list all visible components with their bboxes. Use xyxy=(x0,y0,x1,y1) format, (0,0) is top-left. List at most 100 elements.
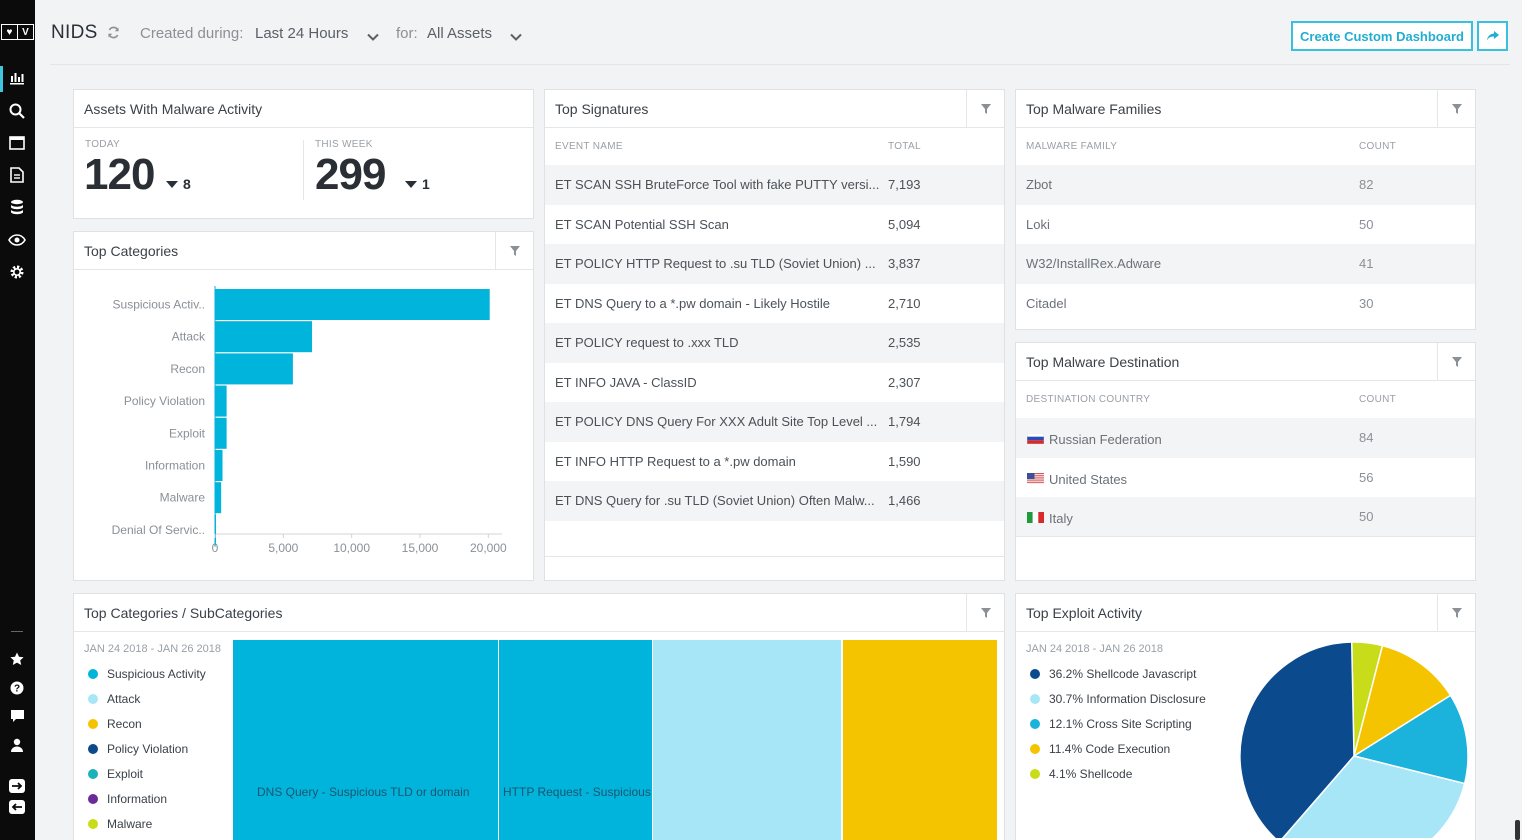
page-scrollbar[interactable] xyxy=(1515,820,1520,840)
app-logo[interactable]: ♥ V xyxy=(1,24,34,40)
table-row[interactable]: Zbot 82 xyxy=(1016,165,1475,205)
filter-button[interactable] xyxy=(966,90,1004,127)
calendar-icon[interactable] xyxy=(6,132,28,154)
bar-category-label: Attack xyxy=(172,330,206,344)
expand-icon[interactable] xyxy=(6,775,28,797)
eye-icon[interactable] xyxy=(6,229,28,251)
time-range-select[interactable]: Last 24 Hours xyxy=(255,25,348,42)
bar[interactable] xyxy=(215,289,490,320)
week-value[interactable]: 299 xyxy=(315,150,386,200)
legend-item[interactable]: Policy Violation xyxy=(88,742,188,756)
bar[interactable] xyxy=(215,450,223,481)
table-row[interactable]: ET DNS Query to a *.pw domain - Likely H… xyxy=(545,284,1004,324)
dashboard-icon[interactable] xyxy=(6,67,28,89)
legend-item[interactable]: 11.4% Code Execution xyxy=(1030,742,1170,756)
filter-button[interactable] xyxy=(495,232,533,269)
column-header-total[interactable]: TOTAL xyxy=(888,141,921,152)
gear-icon[interactable] xyxy=(6,261,28,283)
chevron-down-icon[interactable] xyxy=(367,28,379,46)
treemap-cell[interactable] xyxy=(843,640,997,840)
total-cell: 2,307 xyxy=(888,374,921,390)
filter-icon xyxy=(980,103,991,114)
table-row[interactable]: ET INFO HTTP Request to a *.pw domain 1,5… xyxy=(545,442,1004,482)
refresh-icon[interactable] xyxy=(107,26,120,44)
country-cell: United States xyxy=(1049,471,1128,487)
legend-item[interactable]: 36.2% Shellcode Javascript xyxy=(1030,667,1196,681)
logo-left: ♥ xyxy=(6,26,13,38)
legend-item[interactable]: 30.7% Information Disclosure xyxy=(1030,692,1206,706)
table-row[interactable]: ET DNS Query for .su TLD (Soviet Union) … xyxy=(545,481,1004,521)
search-icon[interactable] xyxy=(6,100,28,122)
top-exploit-activity-panel: Top Exploit Activity JAN 24 2018 - JAN 2… xyxy=(1015,593,1476,840)
table-row[interactable]: ET INFO JAVA - ClassID 2,307 xyxy=(545,363,1004,403)
star-icon[interactable] xyxy=(6,648,28,670)
legend-label: Information xyxy=(107,792,168,806)
table-row[interactable]: ET SCAN Potential SSH Scan 5,094 xyxy=(545,205,1004,245)
event-name-cell: ET DNS Query for .su TLD (Soviet Union) … xyxy=(555,493,875,508)
legend-item[interactable]: Information xyxy=(88,792,167,806)
filter-button[interactable] xyxy=(1437,90,1475,127)
asset-select[interactable]: All Assets xyxy=(427,25,492,42)
filter-button[interactable] xyxy=(966,594,1004,631)
legend-item[interactable]: Recon xyxy=(88,717,142,731)
chevron-down-icon[interactable] xyxy=(510,28,522,46)
table-row[interactable]: ET POLICY request to .xxx TLD 2,535 xyxy=(545,323,1004,363)
legend-item[interactable]: Suspicious Activity xyxy=(88,667,206,681)
page-title: NIDS xyxy=(51,22,98,43)
filter-button[interactable] xyxy=(1437,343,1475,380)
share-button[interactable] xyxy=(1477,21,1508,51)
database-icon[interactable] xyxy=(6,196,28,218)
today-label: TODAY xyxy=(85,139,121,150)
column-header-count[interactable]: COUNT xyxy=(1359,394,1396,405)
column-header-malware-family[interactable]: MALWARE FAMILY xyxy=(1026,141,1117,152)
exploit-pie-chart xyxy=(1239,641,1469,838)
malware-family-cell: Loki xyxy=(1026,216,1050,232)
report-icon[interactable] xyxy=(6,164,28,186)
legend-item[interactable]: 4.1% Shellcode xyxy=(1030,767,1132,781)
bar[interactable] xyxy=(215,321,313,353)
column-header-destination-country[interactable]: DESTINATION COUNTRY xyxy=(1026,394,1150,405)
legend-item[interactable]: 12.1% Cross Site Scripting xyxy=(1030,717,1192,731)
table-row[interactable]: Russian Federation 84 xyxy=(1016,418,1475,458)
treemap-cell[interactable]: DNS Query - Suspicious TLD or domain xyxy=(233,640,498,840)
today-value[interactable]: 120 xyxy=(84,150,155,200)
create-custom-dashboard-button[interactable]: Create Custom Dashboard xyxy=(1291,21,1473,51)
legend-item[interactable]: Exploit xyxy=(88,767,143,781)
bar[interactable] xyxy=(215,353,293,385)
treemap-cell[interactable] xyxy=(653,640,841,840)
table-row[interactable]: United States 56 xyxy=(1016,458,1475,498)
bar[interactable] xyxy=(215,417,227,449)
filter-button[interactable] xyxy=(1437,594,1475,631)
column-header-count[interactable]: COUNT xyxy=(1359,141,1396,152)
user-icon[interactable] xyxy=(6,734,28,756)
legend-item[interactable]: Malware xyxy=(88,817,152,831)
top-signatures-panel: Top Signatures EVENT NAME TOTAL ET SCAN … xyxy=(544,89,1005,581)
bar-category-label: Suspicious Activ.. xyxy=(113,298,205,312)
x-tick-label: 20,000 xyxy=(470,541,507,555)
table-row[interactable]: ET POLICY HTTP Request to .su TLD (Sovie… xyxy=(545,244,1004,284)
chat-icon[interactable] xyxy=(6,705,28,727)
week-delta: 1 xyxy=(422,176,430,192)
bar[interactable] xyxy=(215,482,222,514)
collapse-icon[interactable] xyxy=(6,796,28,818)
table-row[interactable]: Loki 50 xyxy=(1016,205,1475,245)
panel-header: Top Malware Destination xyxy=(1016,343,1475,381)
svg-text:?: ? xyxy=(14,684,20,695)
table-row[interactable]: W32/InstallRex.Adware 41 xyxy=(1016,244,1475,284)
panel-header: Top Exploit Activity xyxy=(1016,594,1475,632)
help-icon[interactable]: ? xyxy=(6,677,28,699)
table-row[interactable]: Italy 50 xyxy=(1016,497,1475,537)
treemap-cell[interactable]: HTTP Request - Suspicious xyxy=(499,640,652,840)
bar-category-label: Information xyxy=(145,459,205,473)
panel-title: Top Categories xyxy=(84,243,179,259)
malware-family-cell: W32/InstallRex.Adware xyxy=(1026,256,1162,271)
legend-item[interactable]: Attack xyxy=(88,692,140,706)
column-header-event-name[interactable]: EVENT NAME xyxy=(555,141,623,152)
table-row[interactable]: Citadel 30 xyxy=(1016,284,1475,324)
assets-malware-panel: Assets With Malware Activity TODAY 120 8… xyxy=(73,89,534,219)
categories-subcategories-panel: Top Categories / SubCategories JAN 24 20… xyxy=(73,593,1005,840)
table-row[interactable]: ET SCAN SSH BruteForce Tool with fake PU… xyxy=(545,165,1004,205)
flag-it-icon xyxy=(1027,512,1044,523)
bar[interactable] xyxy=(215,385,227,417)
table-row[interactable]: ET POLICY DNS Query For XXX Adult Site T… xyxy=(545,402,1004,442)
